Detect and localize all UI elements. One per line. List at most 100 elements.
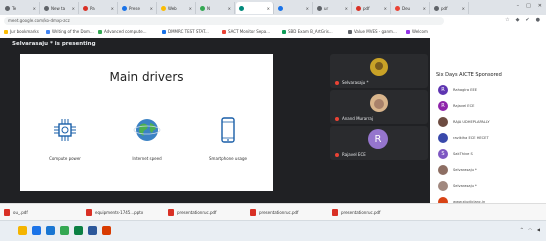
downloads-bar: ou_.pdf equipments-1745...pptx presentatio… <box>0 203 546 221</box>
bookmark-item[interactable]: Jur bookmarks <box>4 29 39 34</box>
participant-row[interactable]: RAJA UDHEPLAPALLY <box>438 116 490 128</box>
participant-tile[interactable]: Anand Murarraj <box>330 90 428 124</box>
bookmark-item[interactable]: Advanced compute... <box>98 29 147 34</box>
profile-icon[interactable]: ● <box>536 17 540 23</box>
star-icon[interactable]: ☆ <box>505 17 509 23</box>
close-icon[interactable]: × <box>345 6 348 11</box>
bookmark-icon <box>406 29 410 34</box>
close-icon[interactable]: ✕ <box>538 3 542 9</box>
bookmark-label: Welcom <box>412 29 428 34</box>
browser-tab[interactable]: Te × <box>2 2 40 14</box>
participant-row[interactable]: Selvarasaju * <box>438 180 477 192</box>
download-item[interactable]: equipments-1745...pptx <box>86 207 143 217</box>
download-label: presentationruc.pdf <box>259 209 299 215</box>
bookmark-label: SACT Monitor Sepa... <box>228 29 271 34</box>
participant-row[interactable]: S SakThive S <box>438 148 473 160</box>
taskbar-app-icon[interactable] <box>102 226 111 235</box>
feature-label: Compute power <box>49 156 81 161</box>
download-item[interactable]: presentationruc.pdf <box>250 207 298 217</box>
browser-tab[interactable]: Prese × <box>119 2 157 14</box>
participant-row[interactable]: R Rahaglra EEE <box>438 84 477 96</box>
bookmark-item[interactable]: Writing of the Dom... <box>46 29 94 34</box>
close-icon[interactable]: × <box>72 6 75 11</box>
extension-icon[interactable]: ◆ <box>516 17 520 23</box>
minimize-icon[interactable]: – <box>517 3 520 9</box>
favicon-icon <box>161 5 166 11</box>
close-icon[interactable]: × <box>33 6 36 11</box>
avatar <box>438 133 448 143</box>
browser-tab[interactable]: × <box>236 2 274 14</box>
bookmark-icon <box>282 29 286 34</box>
bookmark-item[interactable]: SACT Monitor Sepa... <box>222 29 270 34</box>
participant-row[interactable]: ravikiha ECE HECET <box>438 132 489 144</box>
favicon-icon <box>200 5 205 11</box>
avatar: R <box>368 129 388 149</box>
download-item[interactable]: presentationruc.pdf <box>332 207 380 217</box>
close-icon[interactable]: × <box>306 6 309 11</box>
download-label: ou_.pdf <box>13 209 28 215</box>
participant-name: Selvarasaju * <box>453 168 477 172</box>
participant-tile[interactable]: R Rajavel ECE <box>330 126 428 160</box>
close-icon[interactable]: × <box>423 6 426 11</box>
maximize-icon[interactable]: □ <box>526 3 531 9</box>
close-icon[interactable]: × <box>111 6 114 11</box>
download-label: equipments-1745...pptx <box>95 209 144 215</box>
bookmark-label: Value MVES - ganm... <box>354 29 397 34</box>
mic-muted-icon <box>335 81 339 85</box>
participant-name: Anand Murarraj <box>342 116 373 121</box>
browser-tab[interactable]: × <box>275 2 313 14</box>
participant-tile[interactable]: Selvarasaju * <box>330 54 428 88</box>
avatar <box>370 58 388 76</box>
download-item[interactable]: presentationruc.pdf <box>168 207 216 217</box>
browser-tab[interactable]: Deu × <box>392 2 430 14</box>
participant-name: Rahaglra EEE <box>453 88 478 92</box>
taskbar-app-icon[interactable] <box>18 226 27 235</box>
download-item[interactable]: ou_.pdf <box>4 207 28 217</box>
wifi-icon[interactable]: ◠ <box>528 227 532 232</box>
feature-label: Smartphone usage <box>209 156 247 161</box>
tab-label: Prese <box>129 5 140 11</box>
close-icon[interactable]: × <box>384 6 387 11</box>
avatar: R <box>438 101 448 111</box>
browser-actions: ☆ ◆ ✔ ● <box>505 17 540 23</box>
browser-tab[interactable]: pdf × <box>431 2 469 14</box>
bookmark-icon <box>222 29 226 34</box>
close-icon[interactable]: × <box>228 6 231 11</box>
tab-label: Web <box>168 5 177 11</box>
check-icon[interactable]: ✔ <box>525 17 529 23</box>
participant-row[interactable]: Selvarasaju * <box>438 164 477 176</box>
bookmark-item[interactable]: Value MVES - ganm... <box>348 29 397 34</box>
volume-icon[interactable]: ◀ <box>537 227 540 232</box>
close-icon[interactable]: × <box>462 6 465 11</box>
browser-tab[interactable]: Web × <box>158 2 196 14</box>
bookmark-icon <box>348 29 352 34</box>
close-icon[interactable]: × <box>267 6 270 11</box>
participant-name: Rajavel ECE <box>453 104 475 108</box>
taskbar-app-icon[interactable] <box>88 226 97 235</box>
bookmark-item[interactable]: Welcom <box>406 29 428 34</box>
favicon-icon <box>395 5 400 11</box>
url-input[interactable]: meet.google.com/ko-dmxp-zcz <box>4 17 444 25</box>
bookmark-icon <box>46 29 50 34</box>
favicon-icon <box>317 5 322 11</box>
chevron-up-icon[interactable]: ^ <box>520 227 523 232</box>
close-icon[interactable]: × <box>150 6 153 11</box>
browser-tab[interactable]: N × <box>197 2 235 14</box>
close-icon[interactable]: × <box>189 6 192 11</box>
favicon-icon <box>122 5 127 11</box>
bookmark-item[interactable]: SBD Exam B_ArtGris... <box>282 29 333 34</box>
taskbar-app-icon[interactable] <box>46 226 55 235</box>
participant-row[interactable]: R Rajavel ECE <box>438 100 474 112</box>
taskbar-app-icon[interactable] <box>60 226 69 235</box>
browser-tab[interactable]: ur × <box>314 2 352 14</box>
download-label: presentationruc.pdf <box>341 209 381 215</box>
browser-tab[interactable]: Pa × <box>80 2 118 14</box>
taskbar-app-icon[interactable] <box>74 226 83 235</box>
browser-tab[interactable]: New ta × <box>41 2 79 14</box>
browser-tab[interactable]: pdf × <box>353 2 391 14</box>
taskbar-app-icon[interactable] <box>32 226 41 235</box>
system-tray: ^ ◠ ◀ <box>520 227 540 232</box>
bookmark-item[interactable]: DMMRC TEST STAT... <box>162 29 209 34</box>
participant-name: SakThive S <box>453 152 473 156</box>
chip-icon <box>54 119 76 141</box>
